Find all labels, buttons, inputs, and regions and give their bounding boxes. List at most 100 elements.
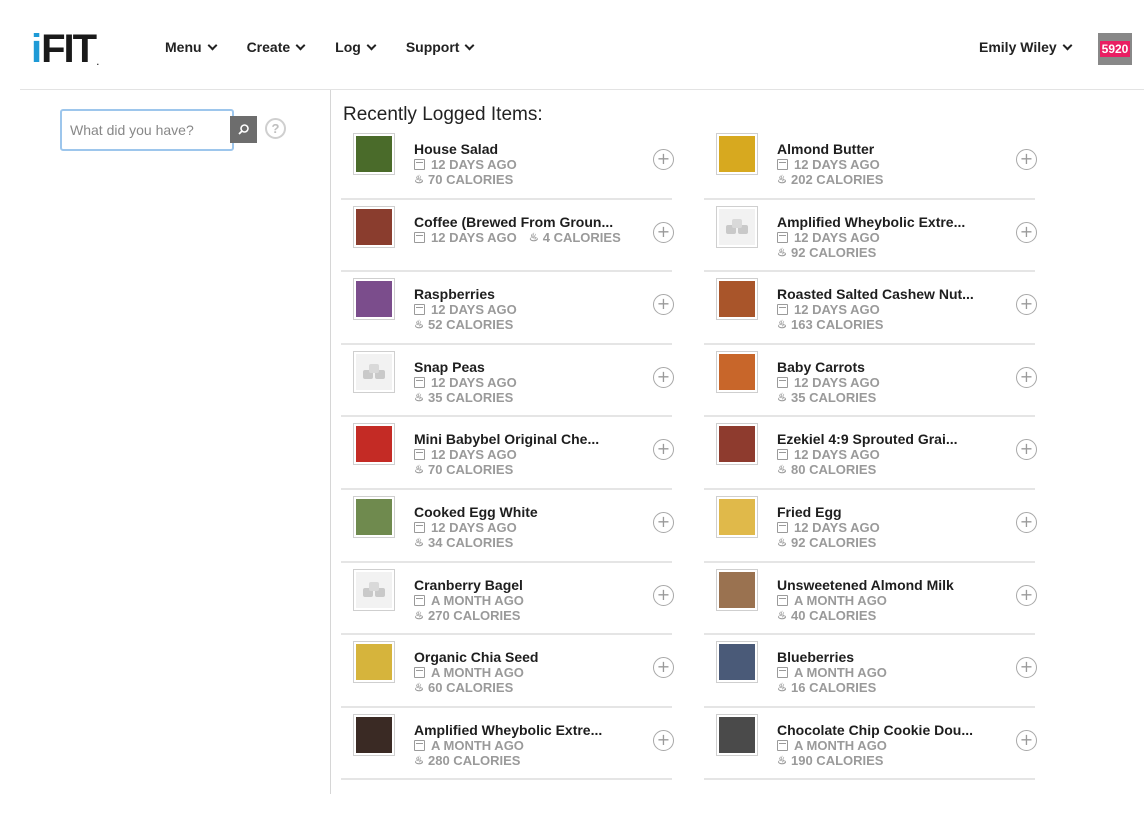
add-item-button[interactable]: + bbox=[1016, 366, 1037, 388]
flame-icon: ♨ bbox=[528, 231, 539, 244]
item-meta: 12 DAYS AGO bbox=[414, 375, 517, 390]
item-calories-row: ♨ 60 CALORIES bbox=[414, 680, 513, 695]
logged-item: Fried Egg 12 DAYS AGO ♨ 92 CALORIES + bbox=[704, 490, 1037, 563]
item-name[interactable]: Amplified Wheybolic Extre... bbox=[414, 722, 602, 738]
item-name[interactable]: Mini Babybel Original Che... bbox=[414, 431, 599, 447]
item-name[interactable]: Baby Carrots bbox=[777, 359, 865, 375]
nav-log[interactable]: Log bbox=[335, 39, 377, 55]
add-item-button[interactable]: + bbox=[653, 511, 674, 533]
calendar-icon bbox=[777, 231, 788, 243]
flame-icon: ♨ bbox=[414, 682, 424, 695]
search-icon bbox=[238, 124, 249, 135]
nav-create[interactable]: Create bbox=[247, 39, 306, 55]
item-name[interactable]: Chocolate Chip Cookie Dou... bbox=[777, 722, 973, 738]
item-name[interactable]: Ezekiel 4:9 Sprouted Grai... bbox=[777, 431, 958, 447]
add-item-button[interactable]: + bbox=[1016, 149, 1037, 170]
item-meta: 12 DAYS AGO bbox=[777, 230, 880, 245]
help-icon[interactable]: ? bbox=[265, 118, 286, 139]
avatar-badge: 5920 bbox=[1099, 41, 1131, 57]
item-name[interactable]: Coffee (Brewed From Groun... bbox=[414, 214, 613, 230]
search-button[interactable] bbox=[230, 116, 257, 143]
food-search-input[interactable] bbox=[60, 109, 234, 151]
food-thumbnail bbox=[716, 423, 758, 466]
food-photo bbox=[719, 644, 755, 681]
add-item-button[interactable]: + bbox=[1016, 657, 1037, 679]
nav-support[interactable]: Support bbox=[406, 39, 475, 55]
flame-icon: ♨ bbox=[414, 536, 424, 549]
item-calories-row: ♨ 70 CALORIES bbox=[414, 172, 513, 187]
calendar-icon bbox=[777, 376, 788, 388]
add-item-button[interactable]: + bbox=[1016, 584, 1037, 606]
item-meta: 12 DAYS AGO bbox=[777, 302, 880, 317]
item-name[interactable]: House Salad bbox=[414, 141, 498, 157]
item-name[interactable]: Raspberries bbox=[414, 286, 495, 302]
item-date: A MONTH AGO bbox=[794, 665, 887, 681]
left-sidebar: ? bbox=[20, 90, 331, 794]
food-thumbnail bbox=[716, 713, 758, 756]
add-item-button[interactable]: + bbox=[653, 584, 674, 606]
food-photo bbox=[356, 498, 392, 535]
calendar-icon bbox=[777, 304, 788, 316]
item-calories: 35 CALORIES bbox=[791, 389, 877, 405]
add-item-button[interactable]: + bbox=[653, 366, 674, 388]
chevron-down-icon bbox=[465, 40, 475, 50]
flame-icon: ♨ bbox=[414, 319, 424, 332]
add-item-button[interactable]: + bbox=[1016, 294, 1037, 316]
item-date: 12 DAYS AGO bbox=[794, 302, 880, 318]
user-menu[interactable]: Emily Wiley bbox=[979, 39, 1073, 55]
item-name[interactable]: Roasted Salted Cashew Nut... bbox=[777, 286, 974, 302]
add-item-button[interactable]: + bbox=[1016, 221, 1037, 243]
nav-menu[interactable]: Menu bbox=[165, 39, 218, 55]
food-photo bbox=[719, 571, 755, 608]
item-name[interactable]: Unsweetened Almond Milk bbox=[777, 577, 954, 593]
item-name[interactable]: Amplified Wheybolic Extre... bbox=[777, 214, 965, 230]
item-date: 12 DAYS AGO bbox=[431, 229, 517, 245]
food-photo bbox=[356, 426, 392, 463]
food-photo bbox=[719, 716, 755, 753]
item-meta: A MONTH AGO bbox=[777, 738, 887, 753]
add-item-button[interactable]: + bbox=[1016, 511, 1037, 533]
food-thumbnail bbox=[353, 205, 395, 248]
item-calories-row: ♨ 92 CALORIES bbox=[777, 245, 876, 260]
flame-icon: ♨ bbox=[777, 609, 787, 622]
add-item-button[interactable]: + bbox=[653, 221, 674, 243]
add-item-button[interactable]: + bbox=[1016, 439, 1037, 461]
item-name[interactable]: Almond Butter bbox=[777, 141, 874, 157]
calendar-icon bbox=[414, 159, 425, 170]
add-item-button[interactable]: + bbox=[1016, 729, 1037, 751]
item-name[interactable]: Cranberry Bagel bbox=[414, 577, 523, 593]
ifit-logo[interactable]: i FIT. bbox=[31, 29, 99, 69]
item-meta: 12 DAYS AGO bbox=[414, 157, 517, 172]
calendar-icon bbox=[777, 449, 788, 461]
item-name[interactable]: Cooked Egg White bbox=[414, 504, 538, 520]
flame-icon: ♨ bbox=[777, 319, 787, 332]
food-thumbnail bbox=[353, 423, 395, 466]
food-photo bbox=[719, 281, 755, 318]
add-item-button[interactable]: + bbox=[653, 657, 674, 679]
add-item-button[interactable]: + bbox=[653, 149, 674, 170]
item-meta: 12 DAYS AGO bbox=[414, 520, 517, 535]
add-item-button[interactable]: + bbox=[653, 729, 674, 751]
item-calories: 70 CALORIES bbox=[428, 462, 514, 478]
avatar[interactable]: 5920 bbox=[1098, 33, 1132, 65]
item-name[interactable]: Organic Chia Seed bbox=[414, 649, 538, 665]
top-header: i FIT. Menu Create Log Support Emily Wile… bbox=[0, 0, 1144, 90]
item-meta: A MONTH AGO bbox=[414, 593, 524, 608]
item-date: 12 DAYS AGO bbox=[794, 229, 880, 245]
add-item-button[interactable]: + bbox=[653, 439, 674, 461]
chevron-down-icon bbox=[295, 40, 306, 50]
item-name[interactable]: Snap Peas bbox=[414, 359, 485, 375]
item-calories-row: ♨ 40 CALORIES bbox=[777, 608, 876, 623]
food-thumbnail bbox=[353, 278, 395, 321]
calendar-icon bbox=[777, 521, 788, 533]
placeholder-food-icon bbox=[719, 208, 755, 245]
item-name[interactable]: Blueberries bbox=[777, 649, 854, 665]
item-calories: 190 CALORIES bbox=[791, 752, 884, 768]
item-calories-row: ♨ 270 CALORIES bbox=[414, 608, 520, 623]
item-meta: 12 DAYS AGO bbox=[414, 302, 517, 317]
calendar-icon bbox=[777, 667, 788, 679]
item-name[interactable]: Fried Egg bbox=[777, 504, 842, 520]
item-date: 12 DAYS AGO bbox=[431, 302, 517, 318]
food-photo bbox=[356, 716, 392, 753]
add-item-button[interactable]: + bbox=[653, 294, 674, 316]
